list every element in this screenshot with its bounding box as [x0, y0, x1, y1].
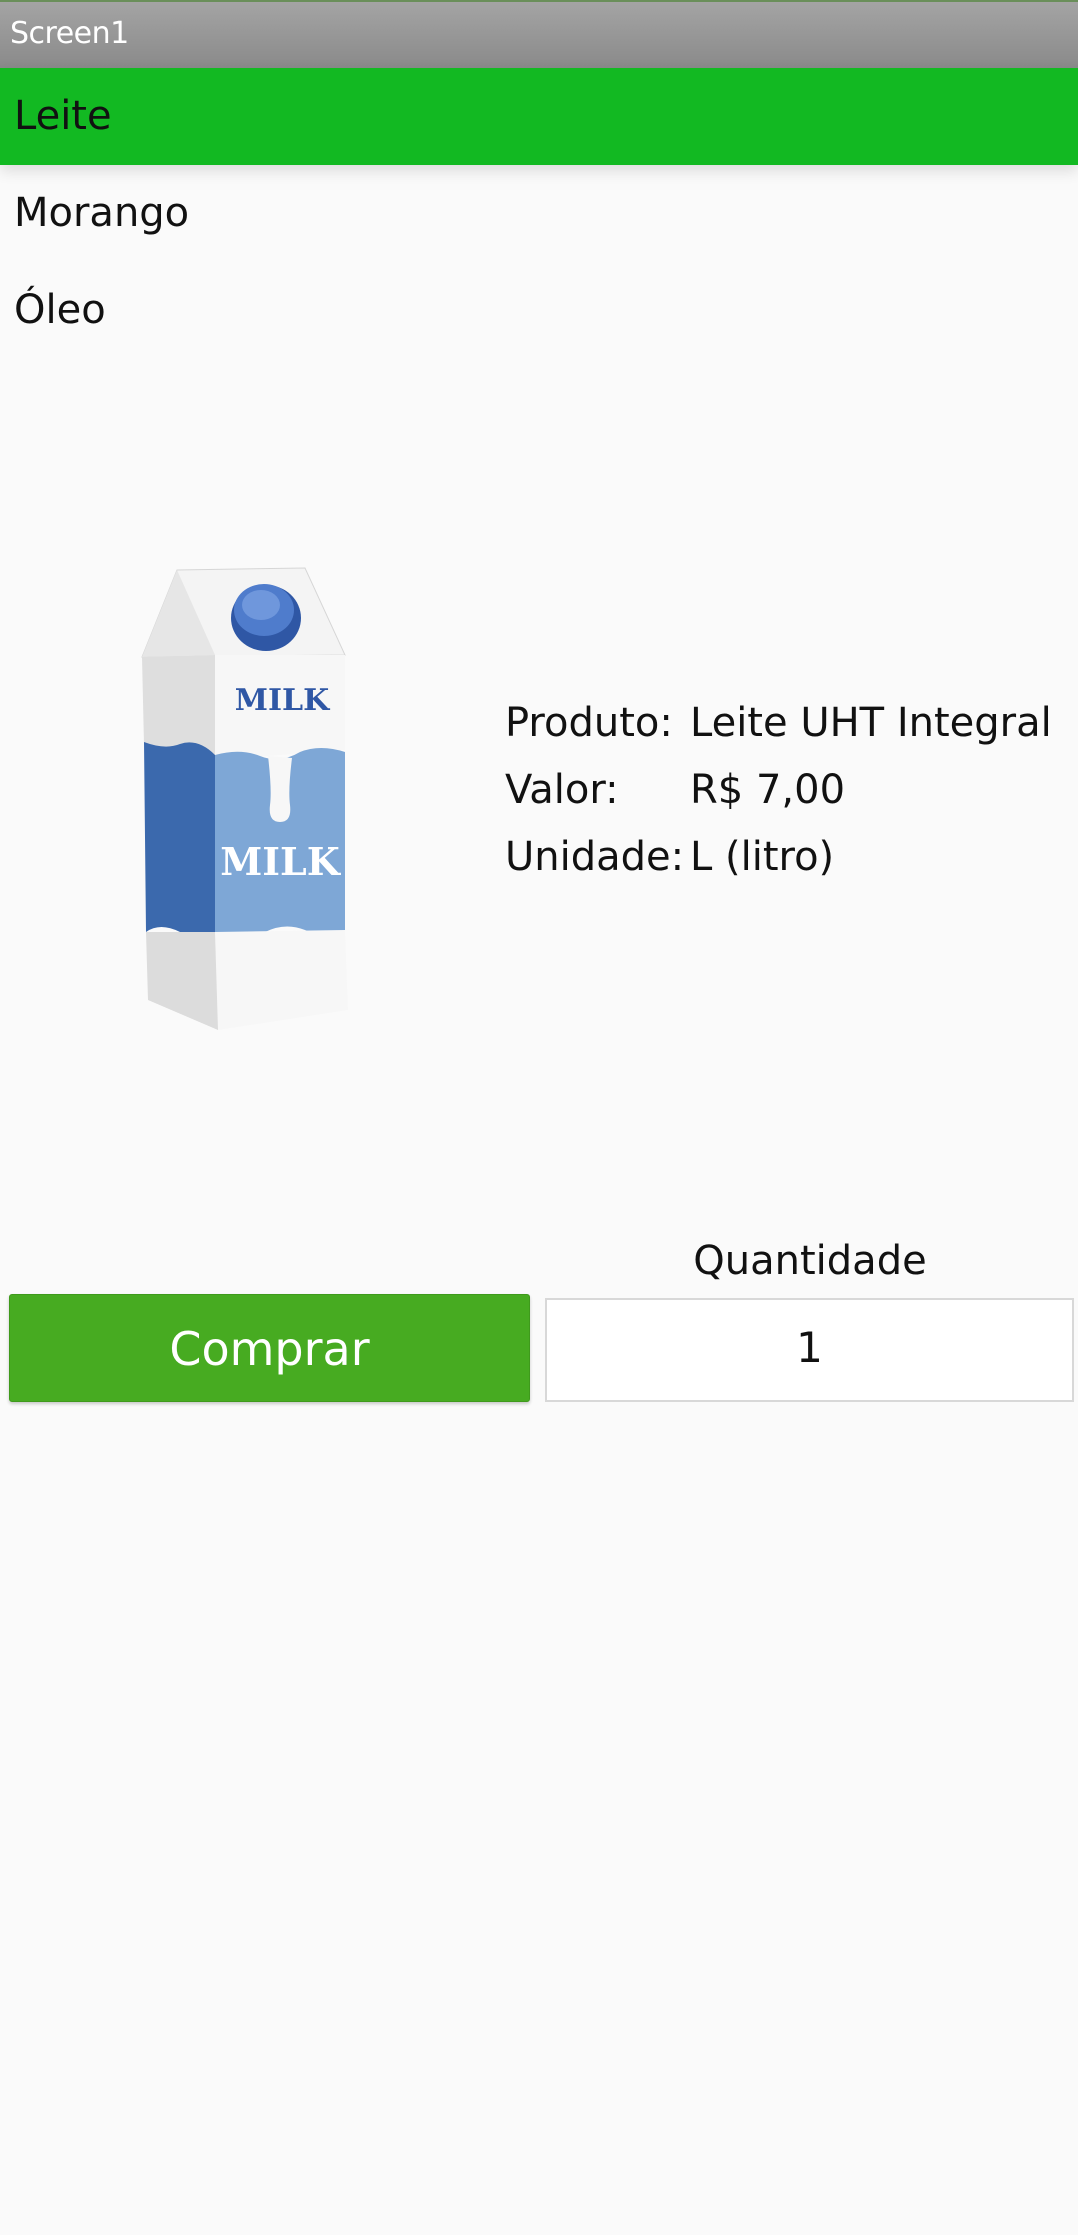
product-value: Leite UHT Integral [690, 700, 1052, 746]
list-item-label: Morango [14, 190, 190, 236]
milk-carton-image: MILK MILK [141, 567, 348, 1030]
unit-value: L (litro) [690, 834, 835, 880]
carton-text-main: MILK [220, 839, 342, 884]
buy-button[interactable]: Comprar [9, 1294, 530, 1402]
list-item-morango[interactable]: Morango [0, 165, 1078, 262]
price-value: R$ 7,00 [690, 767, 846, 813]
window-title: Screen1 [10, 16, 129, 51]
list-item-leite[interactable]: Leite [0, 68, 1078, 165]
quantity-label: Quantidade [693, 1238, 927, 1284]
price-label: Valor: [505, 767, 619, 813]
product-label: Produto: [505, 700, 673, 746]
list-item-label: Óleo [14, 287, 106, 333]
list-item-label: Leite [14, 93, 112, 139]
quantity-input[interactable]: 1 [545, 1298, 1074, 1402]
carton-text-top: MILK [235, 683, 330, 718]
unit-label: Unidade: [505, 834, 685, 880]
title-bar: Screen1 [0, 0, 1078, 68]
list-item-oleo[interactable]: Óleo [0, 262, 1078, 359]
products-list: Leite Morango Óleo [0, 68, 1078, 359]
